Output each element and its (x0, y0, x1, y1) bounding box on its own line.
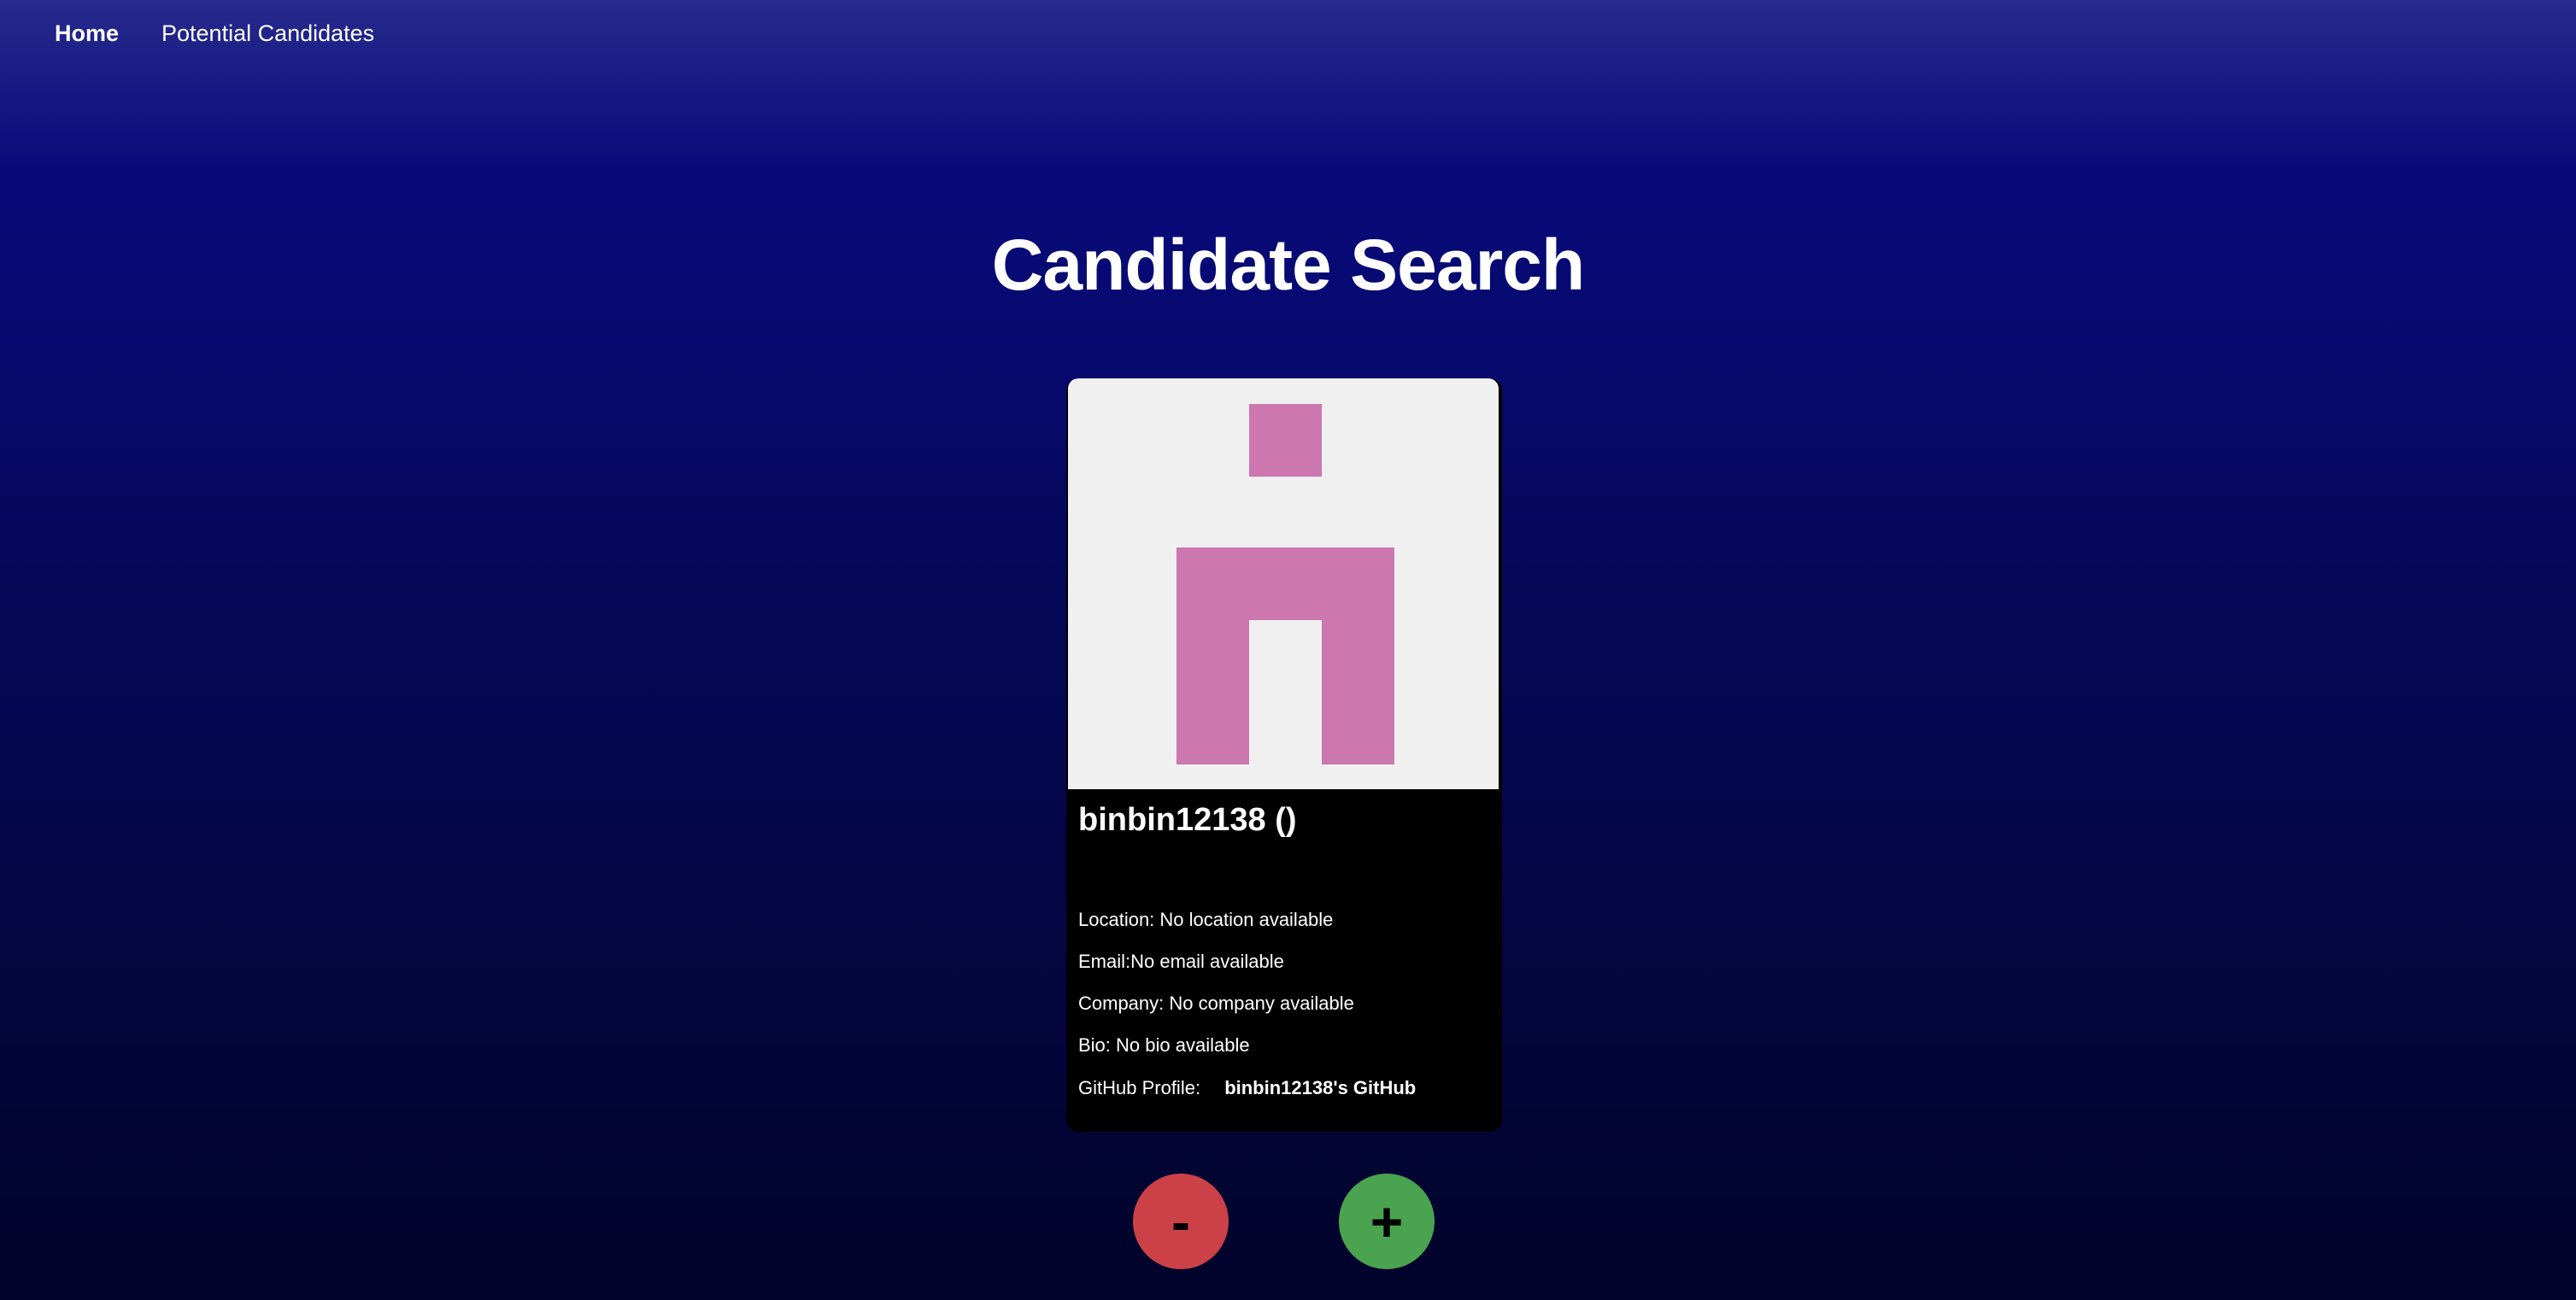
top-nav: Home Potential Candidates (55, 20, 374, 47)
nav-potential-candidates-link[interactable]: Potential Candidates (161, 20, 374, 47)
page-title: Candidate Search (991, 225, 1586, 305)
save-candidate-button[interactable]: + (1339, 1174, 1435, 1269)
candidate-bio: Bio: No bio available (1078, 1034, 1250, 1056)
candidate-company: Company: No company available (1078, 993, 1354, 1014)
reject-candidate-button[interactable]: - (1133, 1174, 1229, 1269)
avatar-identicon-block (1177, 548, 1249, 764)
avatar-identicon-block (1322, 548, 1394, 764)
github-profile-link[interactable]: binbin12138's GitHub (1224, 1077, 1416, 1098)
candidate-avatar (1068, 378, 1499, 789)
avatar-identicon-block (1249, 404, 1322, 477)
candidate-github-row: GitHub Profile: binbin12138's GitHub (1078, 1077, 1416, 1099)
nav-home-link[interactable]: Home (55, 20, 119, 47)
avatar-identicon-block (1249, 548, 1322, 620)
minus-icon: - (1171, 1190, 1190, 1253)
plus-icon: + (1370, 1190, 1404, 1253)
candidate-email: Email:No email available (1078, 951, 1284, 972)
candidate-location: Location: No location available (1078, 909, 1334, 930)
github-profile-label: GitHub Profile: (1078, 1077, 1201, 1098)
candidate-name: binbin12138 () (1078, 802, 1297, 838)
candidate-card: binbin12138 () Location: No location ava… (1066, 378, 1502, 1132)
